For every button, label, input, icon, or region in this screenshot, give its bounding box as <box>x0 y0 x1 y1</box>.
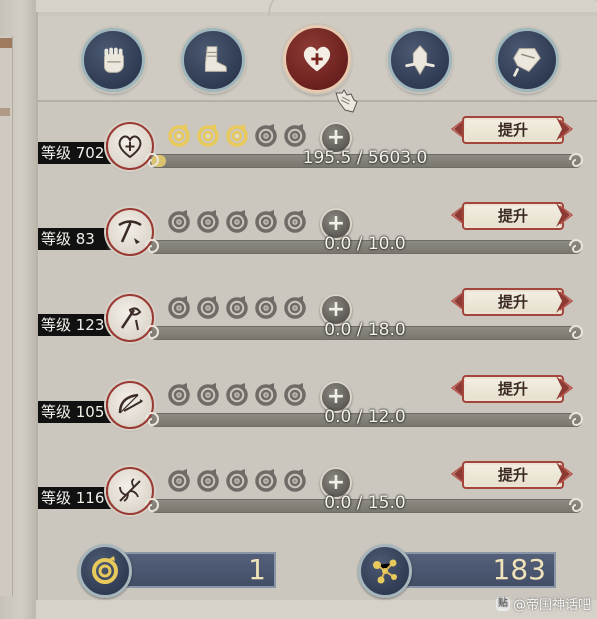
tab-vitality[interactable] <box>283 25 351 93</box>
empty-token-icon <box>195 294 221 320</box>
pickaxe-icon <box>114 216 146 248</box>
filled-token-icon <box>224 122 250 148</box>
skill-row: 等级 83 +0.0 / 10.0 提升 <box>38 186 597 272</box>
tab-movement[interactable] <box>181 28 245 92</box>
token-resource: 1 <box>78 544 282 598</box>
empty-token-icon <box>224 381 250 407</box>
empty-token-icon <box>224 294 250 320</box>
empty-token-icon <box>253 294 279 320</box>
skill-progress-text: 195.5 / 5603.0 <box>302 148 428 168</box>
upgrade-button[interactable]: 提升 <box>450 459 574 489</box>
orb-resource: 183 <box>358 544 562 598</box>
upgrade-button-label: 提升 <box>497 293 528 311</box>
skills-panel: 等级 702 +195.5 / 5603.0 提升 等级 83 +0.0 / 10.0 提… <box>36 0 597 600</box>
upgrade-button[interactable]: 提升 <box>450 114 574 144</box>
category-tabs <box>38 16 597 102</box>
empty-token-icon <box>253 467 279 493</box>
background-left-panel <box>0 0 36 619</box>
button-wing-right-icon <box>556 373 574 403</box>
fist-icon <box>103 47 124 73</box>
empty-token-icon <box>282 381 308 407</box>
tab-combat[interactable] <box>81 28 145 92</box>
button-wing-right-icon <box>556 286 574 316</box>
skill-progress-text: 0.0 / 12.0 <box>324 407 406 427</box>
empty-token-icon <box>282 208 308 234</box>
boot-icon <box>204 46 227 72</box>
upgrade-button[interactable]: 提升 <box>450 200 574 230</box>
orb-count: 183 <box>394 552 556 588</box>
herb-icon <box>114 475 146 507</box>
empty-token-icon <box>253 381 279 407</box>
heart-plus-icon <box>114 130 146 162</box>
upgrade-button-label: 提升 <box>497 207 528 225</box>
upgrade-button-label: 提升 <box>497 466 528 484</box>
empty-token-icon <box>253 122 279 148</box>
upgrade-button[interactable]: 提升 <box>450 373 574 403</box>
empty-token-icon <box>166 381 192 407</box>
empty-token-icon <box>195 467 221 493</box>
skill-progress-text: 0.0 / 18.0 <box>324 320 406 340</box>
empty-token-icon <box>166 467 192 493</box>
golden-orbs-icon <box>373 559 397 584</box>
orb-resource-badge <box>358 544 412 598</box>
empty-token-icon <box>224 208 250 234</box>
left-panel-edge <box>0 36 13 596</box>
skill-row: 等级 116 +0.0 / 15.0 提升 <box>38 445 597 531</box>
resource-bar: 1 183 <box>38 532 597 600</box>
empty-token-icon <box>282 467 308 493</box>
empty-token-icon <box>195 381 221 407</box>
empty-token-icon <box>224 467 250 493</box>
empty-token-icon <box>166 208 192 234</box>
skill-row: 等级 702 +195.5 / 5603.0 提升 <box>38 100 597 186</box>
skill-row: 等级 105 +0.0 / 12.0 提升 <box>38 359 597 445</box>
scroll-banner-icon <box>513 48 541 77</box>
upgrade-button[interactable]: 提升 <box>450 286 574 316</box>
forum-logo-icon: 贴 <box>495 596 510 611</box>
heart-plus-icon <box>303 46 331 72</box>
empty-token-icon <box>253 208 279 234</box>
empty-token-icon <box>166 294 192 320</box>
empty-token-icon <box>195 208 221 234</box>
token-resource-badge <box>78 544 132 598</box>
bow-icon <box>114 389 146 421</box>
left-panel-tab-marker <box>0 108 10 116</box>
upgrade-button-label: 提升 <box>497 121 528 139</box>
empty-token-icon <box>282 122 308 148</box>
skill-row: 等级 123 +0.0 / 18.0 提升 <box>38 272 597 358</box>
filled-token-icon <box>195 122 221 148</box>
tab-crafting[interactable] <box>388 28 452 92</box>
hand-tools-icon <box>405 45 435 76</box>
filled-token-icon <box>166 122 192 148</box>
empty-token-icon <box>282 294 308 320</box>
skill-progress-text: 0.0 / 15.0 <box>324 493 406 513</box>
tab-building[interactable] <box>495 28 559 92</box>
skill-progress-text: 0.0 / 10.0 <box>324 234 406 254</box>
button-wing-right-icon <box>556 200 574 230</box>
axe-icon <box>114 302 146 334</box>
token-count: 1 <box>114 552 276 588</box>
button-wing-right-icon <box>556 459 574 489</box>
upgrade-button-label: 提升 <box>497 380 528 398</box>
left-panel-tab-marker <box>0 38 12 48</box>
coiled-dragon-token-icon <box>92 556 118 584</box>
watermark-text: @帝国神话吧 <box>512 598 591 613</box>
button-wing-right-icon <box>556 114 574 144</box>
watermark: 贴 @帝国神话吧 <box>495 594 591 613</box>
